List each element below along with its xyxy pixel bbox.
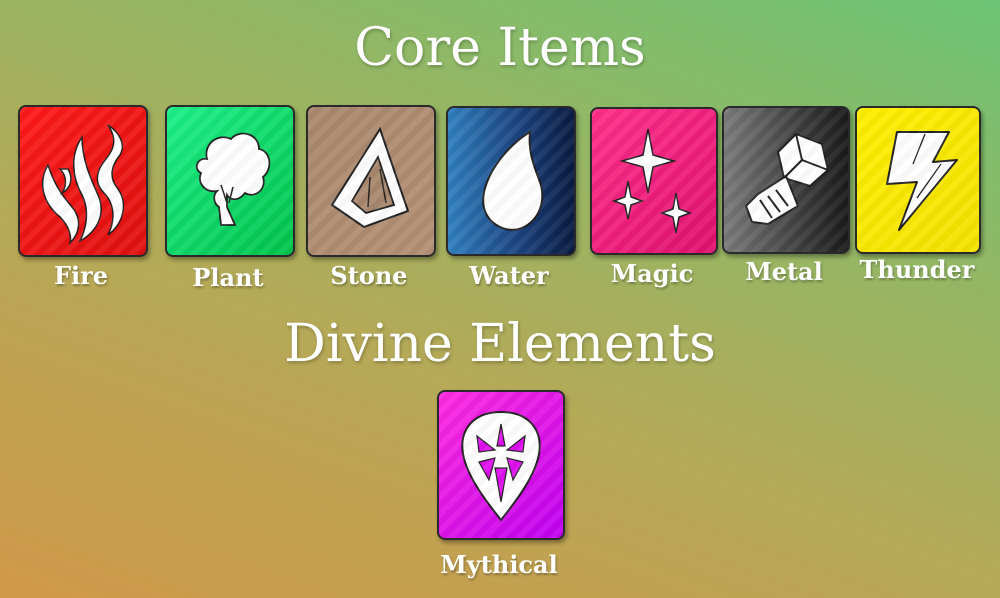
crystal-icon (461, 410, 541, 522)
stone-icon (330, 126, 410, 229)
flame-icon (41, 124, 125, 246)
tree-icon (195, 132, 271, 226)
metal-label: Metal (745, 257, 823, 286)
water-tile[interactable] (446, 106, 576, 256)
mythical-label: Mythical (440, 550, 558, 579)
magic-tile[interactable] (590, 107, 718, 255)
magic-label: Magic (610, 259, 694, 288)
fire-label: Fire (53, 261, 109, 290)
stone-label: Stone (330, 261, 408, 290)
water-label: Water (469, 261, 549, 290)
fire-tile[interactable] (18, 105, 148, 257)
metal-tile[interactable] (722, 106, 850, 254)
water-drop-icon (482, 130, 544, 231)
sparkles-icon (611, 128, 693, 234)
stone-tile[interactable] (306, 105, 436, 257)
lightning-icon (886, 131, 958, 231)
divine-elements-heading: Divine Elements (284, 314, 716, 374)
bolt-icon (745, 133, 829, 225)
mythical-tile[interactable] (437, 390, 565, 540)
plant-tile[interactable] (165, 105, 295, 257)
thunder-tile[interactable] (855, 106, 981, 254)
core-items-heading: Core Items (354, 18, 646, 78)
thunder-label: Thunder (859, 255, 975, 284)
plant-label: Plant (192, 263, 264, 292)
